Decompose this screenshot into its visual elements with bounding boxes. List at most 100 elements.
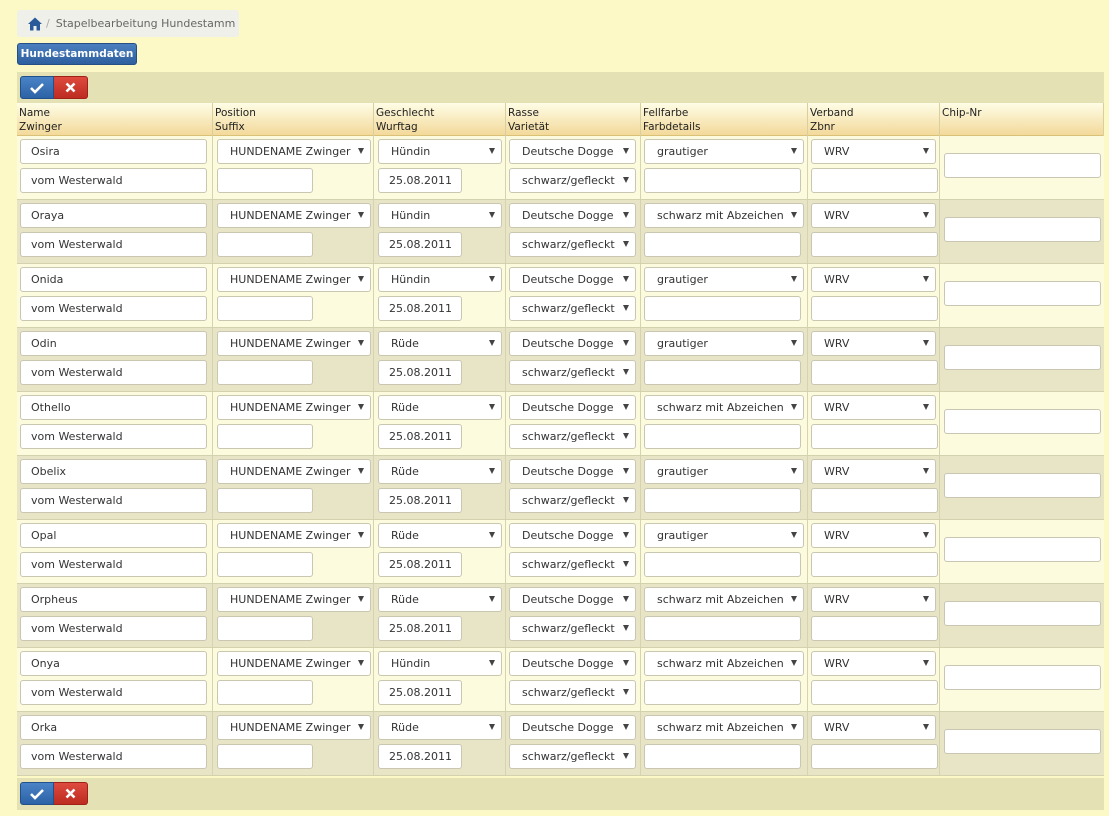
suffix-input[interactable] <box>217 232 313 257</box>
farbdetails-input[interactable] <box>644 424 801 449</box>
fellfarbe-select[interactable]: schwarz mit Abzeichen <box>644 651 804 676</box>
farbdetails-input[interactable] <box>644 680 801 705</box>
wurftag-input[interactable]: 25.08.2011 <box>378 296 462 321</box>
verband-select[interactable]: WRV <box>811 395 936 420</box>
geschlecht-select[interactable]: Hündin <box>378 267 502 292</box>
position-select[interactable]: HUNDENAME Zwinger <box>217 395 371 420</box>
varietaet-select[interactable]: schwarz/gefleckt <box>509 680 636 705</box>
geschlecht-select[interactable]: Hündin <box>378 139 502 164</box>
rasse-select[interactable]: Deutsche Dogge <box>509 267 636 292</box>
rasse-select[interactable]: Deutsche Dogge <box>509 651 636 676</box>
name-input[interactable]: Opal <box>20 523 207 548</box>
rasse-select[interactable]: Deutsche Dogge <box>509 715 636 740</box>
fellfarbe-select[interactable]: schwarz mit Abzeichen <box>644 203 804 228</box>
varietaet-select[interactable]: schwarz/gefleckt <box>509 488 636 513</box>
varietaet-select[interactable]: schwarz/gefleckt <box>509 296 636 321</box>
zwinger-input[interactable]: vom Westerwald <box>20 168 207 193</box>
rasse-select[interactable]: Deutsche Dogge <box>509 139 636 164</box>
chip-input[interactable] <box>944 665 1101 690</box>
suffix-input[interactable] <box>217 360 313 385</box>
farbdetails-input[interactable] <box>644 296 801 321</box>
geschlecht-select[interactable]: Rüde <box>378 523 502 548</box>
suffix-input[interactable] <box>217 488 313 513</box>
chip-input[interactable] <box>944 729 1101 754</box>
wurftag-input[interactable]: 25.08.2011 <box>378 168 462 193</box>
suffix-input[interactable] <box>217 168 313 193</box>
zbnr-input[interactable] <box>811 296 938 321</box>
chip-input[interactable] <box>944 345 1101 370</box>
varietaet-select[interactable]: schwarz/gefleckt <box>509 168 636 193</box>
fellfarbe-select[interactable]: grautiger <box>644 267 804 292</box>
farbdetails-input[interactable] <box>644 744 801 769</box>
name-input[interactable]: Onya <box>20 651 207 676</box>
suffix-input[interactable] <box>217 680 313 705</box>
rasse-select[interactable]: Deutsche Dogge <box>509 587 636 612</box>
geschlecht-select[interactable]: Rüde <box>378 587 502 612</box>
varietaet-select[interactable]: schwarz/gefleckt <box>509 424 636 449</box>
position-select[interactable]: HUNDENAME Zwinger <box>217 523 371 548</box>
zbnr-input[interactable] <box>811 616 938 641</box>
zwinger-input[interactable]: vom Westerwald <box>20 680 207 705</box>
zbnr-input[interactable] <box>811 360 938 385</box>
verband-select[interactable]: WRV <box>811 203 936 228</box>
suffix-input[interactable] <box>217 296 313 321</box>
verband-select[interactable]: WRV <box>811 715 936 740</box>
fellfarbe-select[interactable]: grautiger <box>644 139 804 164</box>
name-input[interactable]: Obelix <box>20 459 207 484</box>
geschlecht-select[interactable]: Hündin <box>378 203 502 228</box>
chip-input[interactable] <box>944 537 1101 562</box>
zwinger-input[interactable]: vom Westerwald <box>20 232 207 257</box>
zbnr-input[interactable] <box>811 232 938 257</box>
name-input[interactable]: Oraya <box>20 203 207 228</box>
zwinger-input[interactable]: vom Westerwald <box>20 488 207 513</box>
farbdetails-input[interactable] <box>644 488 801 513</box>
geschlecht-select[interactable]: Rüde <box>378 395 502 420</box>
fellfarbe-select[interactable]: schwarz mit Abzeichen <box>644 395 804 420</box>
varietaet-select[interactable]: schwarz/gefleckt <box>509 744 636 769</box>
hundestammdaten-button[interactable]: Hundestammdaten <box>17 43 137 65</box>
position-select[interactable]: HUNDENAME Zwinger <box>217 139 371 164</box>
farbdetails-input[interactable] <box>644 552 801 577</box>
rasse-select[interactable]: Deutsche Dogge <box>509 331 636 356</box>
zbnr-input[interactable] <box>811 552 938 577</box>
verband-select[interactable]: WRV <box>811 587 936 612</box>
geschlecht-select[interactable]: Rüde <box>378 715 502 740</box>
chip-input[interactable] <box>944 473 1101 498</box>
verband-select[interactable]: WRV <box>811 331 936 356</box>
varietaet-select[interactable]: schwarz/gefleckt <box>509 616 636 641</box>
wurftag-input[interactable]: 25.08.2011 <box>378 616 462 641</box>
suffix-input[interactable] <box>217 552 313 577</box>
fellfarbe-select[interactable]: grautiger <box>644 459 804 484</box>
verband-select[interactable]: WRV <box>811 139 936 164</box>
name-input[interactable]: Odin <box>20 331 207 356</box>
suffix-input[interactable] <box>217 424 313 449</box>
suffix-input[interactable] <box>217 744 313 769</box>
wurftag-input[interactable]: 25.08.2011 <box>378 552 462 577</box>
farbdetails-input[interactable] <box>644 616 801 641</box>
fellfarbe-select[interactable]: grautiger <box>644 523 804 548</box>
geschlecht-select[interactable]: Hündin <box>378 651 502 676</box>
position-select[interactable]: HUNDENAME Zwinger <box>217 651 371 676</box>
zbnr-input[interactable] <box>811 488 938 513</box>
home-icon[interactable] <box>27 16 43 32</box>
zbnr-input[interactable] <box>811 680 938 705</box>
zwinger-input[interactable]: vom Westerwald <box>20 616 207 641</box>
verband-select[interactable]: WRV <box>811 651 936 676</box>
wurftag-input[interactable]: 25.08.2011 <box>378 424 462 449</box>
zbnr-input[interactable] <box>811 168 938 193</box>
varietaet-select[interactable]: schwarz/gefleckt <box>509 552 636 577</box>
wurftag-input[interactable]: 25.08.2011 <box>378 232 462 257</box>
chip-input[interactable] <box>944 409 1101 434</box>
farbdetails-input[interactable] <box>644 168 801 193</box>
position-select[interactable]: HUNDENAME Zwinger <box>217 459 371 484</box>
geschlecht-select[interactable]: Rüde <box>378 331 502 356</box>
fellfarbe-select[interactable]: grautiger <box>644 331 804 356</box>
suffix-input[interactable] <box>217 616 313 641</box>
save-button-bottom[interactable] <box>20 782 54 805</box>
name-input[interactable]: Othello <box>20 395 207 420</box>
varietaet-select[interactable]: schwarz/gefleckt <box>509 232 636 257</box>
fellfarbe-select[interactable]: schwarz mit Abzeichen <box>644 587 804 612</box>
fellfarbe-select[interactable]: schwarz mit Abzeichen <box>644 715 804 740</box>
chip-input[interactable] <box>944 217 1101 242</box>
cancel-button-bottom[interactable] <box>54 782 88 805</box>
